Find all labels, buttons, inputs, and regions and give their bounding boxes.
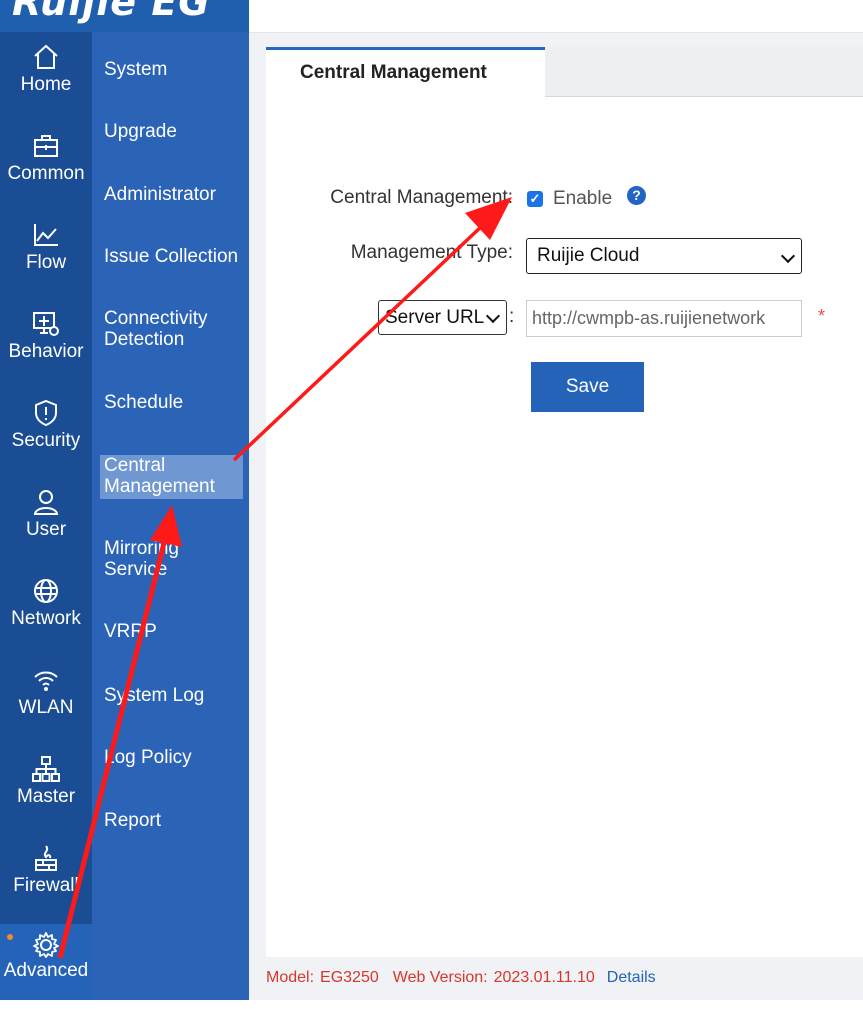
management-type-label: Management Type: xyxy=(350,242,513,263)
required-mark: * xyxy=(818,306,826,326)
icon-rail: Home Common Flow Behavior Security User … xyxy=(0,32,92,924)
submenu-log-policy[interactable]: Log Policy xyxy=(104,747,247,768)
brand-header: Ruijie EG xyxy=(0,0,249,32)
submenu-upgrade[interactable]: Upgrade xyxy=(104,121,247,142)
web-version-value: 2023.01.11.10 xyxy=(493,969,595,986)
submenu-administrator[interactable]: Administrator xyxy=(104,184,247,205)
nav-label: Master xyxy=(16,786,76,807)
user-icon xyxy=(33,490,59,515)
web-version-label: Web Version: xyxy=(392,969,488,986)
server-url-select[interactable]: Server URL xyxy=(378,300,507,335)
notification-dot xyxy=(7,934,13,940)
submenu-report[interactable]: Report xyxy=(104,810,247,831)
nav-security[interactable]: Security xyxy=(0,392,92,478)
model-label: Model: xyxy=(266,969,315,986)
nav-label: Behavior xyxy=(8,341,84,362)
save-button[interactable]: Save xyxy=(531,362,644,412)
nav-label: Common xyxy=(7,163,85,184)
nav-wlan[interactable]: WLAN xyxy=(0,659,92,745)
nav-common[interactable]: Common xyxy=(0,125,92,211)
tab-central-management[interactable]: Central Management xyxy=(266,47,545,97)
nav-home[interactable]: Home xyxy=(0,36,92,122)
nav-label: Home xyxy=(20,74,72,95)
nav-advanced[interactable]: Advanced xyxy=(0,924,92,1000)
monitor-eye-icon xyxy=(33,312,59,336)
submenu-issue-collection[interactable]: Issue Collection xyxy=(104,246,247,267)
nav-user[interactable]: User xyxy=(0,481,92,567)
chevron-down-icon xyxy=(780,248,796,264)
shield-icon xyxy=(35,399,57,427)
submenu-central-management[interactable]: Central Management xyxy=(100,455,243,499)
gear-icon xyxy=(33,932,59,958)
line-chart-icon xyxy=(34,224,58,246)
nav-label: Advanced xyxy=(3,960,89,981)
nav-network[interactable]: Network xyxy=(0,570,92,656)
nav-label: WLAN xyxy=(18,697,74,718)
home-icon xyxy=(34,44,58,69)
submenu-mirroring-service[interactable]: Mirroring Service xyxy=(104,538,247,580)
top-bar xyxy=(249,0,863,33)
wifi-icon xyxy=(34,671,58,691)
nav-label: Firewall xyxy=(13,875,79,896)
management-type-select[interactable]: Ruijie Cloud xyxy=(526,238,802,274)
nav-master[interactable]: Master xyxy=(0,748,92,834)
chevron-down-icon xyxy=(485,308,501,324)
submenu-connectivity-detection[interactable]: Connectivity Detection xyxy=(104,308,247,350)
question-circle-icon[interactable]: ? xyxy=(627,186,646,205)
brand-logo: Ruijie EG xyxy=(12,0,211,24)
submenu-schedule[interactable]: Schedule xyxy=(104,392,247,413)
briefcase-icon xyxy=(34,135,58,157)
nav-label: Network xyxy=(11,608,81,629)
nav-label: Security xyxy=(11,430,81,451)
enable-checkbox[interactable]: ✓ xyxy=(527,191,543,207)
settings-card xyxy=(266,47,863,957)
hierarchy-icon xyxy=(32,756,60,782)
server-url-select-value: Server URL xyxy=(385,307,485,328)
globe-icon xyxy=(34,579,58,603)
submenu-vrrp[interactable]: VRRP xyxy=(104,621,247,642)
details-link[interactable]: Details xyxy=(607,969,656,986)
url-colon: : xyxy=(509,306,515,327)
model-value: EG3250 xyxy=(320,969,379,986)
nav-label: Flow xyxy=(25,252,67,273)
central-management-label: Central Management: xyxy=(330,187,513,208)
footer: Model: EG3250 Web Version: 2023.01.11.10 Det… xyxy=(266,969,662,987)
nav-label: User xyxy=(25,519,67,540)
firewall-icon xyxy=(35,845,57,871)
management-type-value: Ruijie Cloud xyxy=(537,245,640,266)
nav-firewall[interactable]: Firewall xyxy=(0,837,92,923)
nav-behavior[interactable]: Behavior xyxy=(0,303,92,389)
submenu-system-log[interactable]: System Log xyxy=(104,685,247,706)
enable-label: Enable xyxy=(553,188,613,209)
nav-flow[interactable]: Flow xyxy=(0,214,92,300)
sub-menu: System Upgrade Administrator Issue Colle… xyxy=(92,32,249,1000)
submenu-system[interactable]: System xyxy=(104,59,247,80)
server-url-input[interactable]: http://cwmpb-as.ruijienetwork xyxy=(526,300,802,337)
